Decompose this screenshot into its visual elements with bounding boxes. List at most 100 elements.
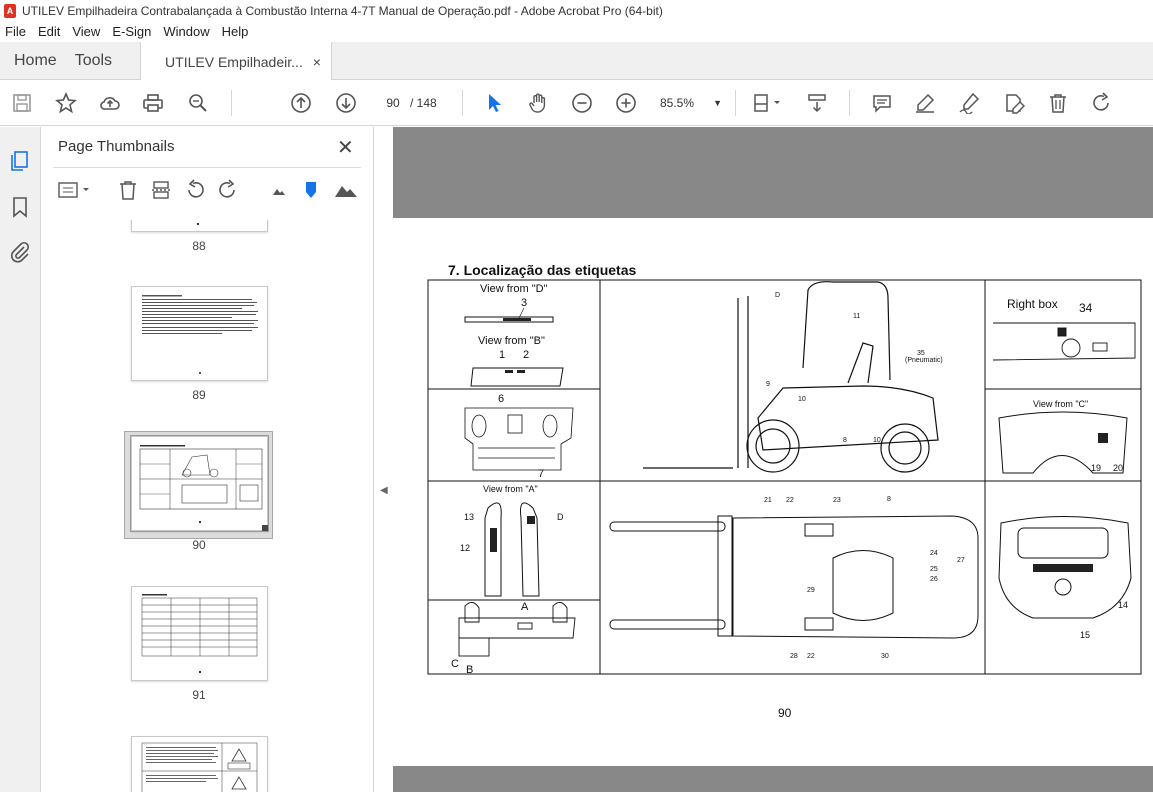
menu-edit[interactable]: Edit [33,22,67,42]
callout-12: 12 [460,543,470,553]
callout-b: 9 [766,381,770,388]
scroll-mode-icon[interactable] [805,91,829,115]
thumbnail-page-89[interactable] [131,286,268,381]
print-icon[interactable] [141,91,165,115]
tab-tools[interactable]: Tools [71,42,126,79]
callout-17: 20 [1113,463,1123,473]
page-thumbnails-panel: Page Thumbnails ✕ 88 89 90 91 [41,127,407,792]
sign-pen-icon[interactable] [957,91,981,115]
right-box-label: Right box [1007,297,1058,311]
bookmarks-icon[interactable] [8,195,32,219]
navigation-rail [0,127,41,792]
page-fit-icon[interactable] [750,91,784,115]
thumbnail-size-slider-icon[interactable] [299,177,323,203]
thumbnail-size-small-icon[interactable] [267,177,291,203]
close-icon[interactable]: ✕ [337,135,354,160]
zoom-level-value: 85.5% [660,96,695,110]
extract-page-icon[interactable] [149,177,173,203]
page-total: / 148 [410,96,437,110]
thumbnail-label: 88 [192,239,206,253]
menu-view[interactable]: View [67,22,107,42]
thumbnail-label: 89 [192,388,206,402]
menu-esign[interactable]: E-Sign [107,22,158,42]
panel-title: Page Thumbnails [58,138,175,155]
close-tab-icon[interactable]: × [313,54,321,70]
tab-document[interactable]: UTILEV Empilhadeir... × [140,42,332,81]
delete-icon[interactable] [1046,91,1070,115]
menu-window[interactable]: Window [158,22,216,42]
window-title: UTILEV Empilhadeira Contrabalançada à Co… [22,4,663,18]
thumbnail-options-icon[interactable] [57,177,93,203]
cloud-upload-icon[interactable] [98,91,122,115]
redo-icon[interactable] [1090,91,1114,115]
attachments-icon[interactable] [8,240,32,264]
save-icon[interactable] [10,91,34,115]
bookmark-star-icon[interactable] [54,91,78,115]
hand-tool-icon[interactable] [526,91,550,115]
delete-page-icon[interactable] [116,177,140,203]
callout-23: 26 [930,576,938,583]
callout-a: 8 [887,496,891,503]
rotate-left-icon[interactable] [183,177,207,203]
view-b-label: View from "B" [478,335,545,347]
callout-d: D [775,292,780,299]
zoom-search-icon[interactable] [186,91,210,115]
window-titlebar: A UTILEV Empilhadeira Contrabalançada à … [0,0,1153,22]
callout-32: C [451,658,459,670]
callout-c: 10 [798,396,806,403]
view-d-label: View from "D" [480,283,548,295]
edit-pdf-icon[interactable] [1002,91,1026,115]
rotate-right-icon[interactable] [216,177,240,203]
callout-1: 1 [499,349,505,361]
highlight-pen-icon[interactable] [913,91,937,115]
view-c-label: View from "C" [1033,399,1088,409]
pneumatic-label: (Pneumatic) [905,357,943,364]
callout-22: 25 [930,566,938,573]
thumbnail-label: 91 [192,688,206,702]
callout-10: 10 [873,437,881,444]
page-number: 90 [778,706,792,720]
tab-bar: Home Tools UTILEV Empilhadeir... × [0,42,1153,81]
callout-29: 35 [917,350,925,357]
zoom-out-icon[interactable] [570,91,594,115]
callout-20: 23 [833,497,841,504]
page-thumbnails-icon[interactable] [8,149,32,173]
label-location-diagram: View from "D" 3 View from "B" 1 2 6 7 Vi… [427,279,1142,676]
callout-3: 3 [521,297,527,309]
thumbnails-list: 88 89 90 91 [41,220,361,792]
thumbnail-page-90[interactable] [130,435,269,532]
callout-26: 29 [807,587,815,594]
callout-14: 14 [1118,600,1128,610]
select-cursor-icon[interactable] [482,91,506,115]
callout-19: 22 [786,497,794,504]
callout-30: A [521,601,529,613]
thumbnail-resize-handle[interactable] [262,525,268,531]
callout-25: 28 [790,653,798,660]
callout-8: 8 [843,437,847,444]
zoom-level-select[interactable]: 85.5% ▼ [660,92,722,114]
callout-2: 2 [523,349,529,361]
callout-31: B [466,664,473,676]
menu-help[interactable]: Help [217,22,256,42]
main-toolbar: 90 / 148 85.5% ▼ [0,80,1153,126]
thumbnail-page-88[interactable] [131,220,268,232]
thumbnail-page-92[interactable] [131,736,268,792]
page-number-input[interactable]: 90 [378,92,408,114]
previous-page-icon[interactable] [289,91,313,115]
callout-16: 19 [1091,463,1101,473]
thumbnail-page-91[interactable] [131,586,268,681]
document-tab-label: UTILEV Empilhadeir... [165,53,303,70]
callout-15: 15 [1080,630,1090,640]
next-page-icon[interactable] [334,91,358,115]
callout-18: 21 [764,497,772,504]
thumbnail-size-large-icon[interactable] [333,177,359,203]
chevron-down-icon: ▼ [713,98,722,108]
callout-13: 13 [464,512,474,522]
menu-file[interactable]: File [0,22,33,42]
tab-home[interactable]: Home [0,42,71,79]
panel-collapse-handle[interactable]: ◀ [374,127,393,792]
comment-icon[interactable] [870,91,894,115]
acrobat-logo-icon: A [4,4,16,18]
toolbar-divider [735,90,736,116]
zoom-in-icon[interactable] [614,91,638,115]
